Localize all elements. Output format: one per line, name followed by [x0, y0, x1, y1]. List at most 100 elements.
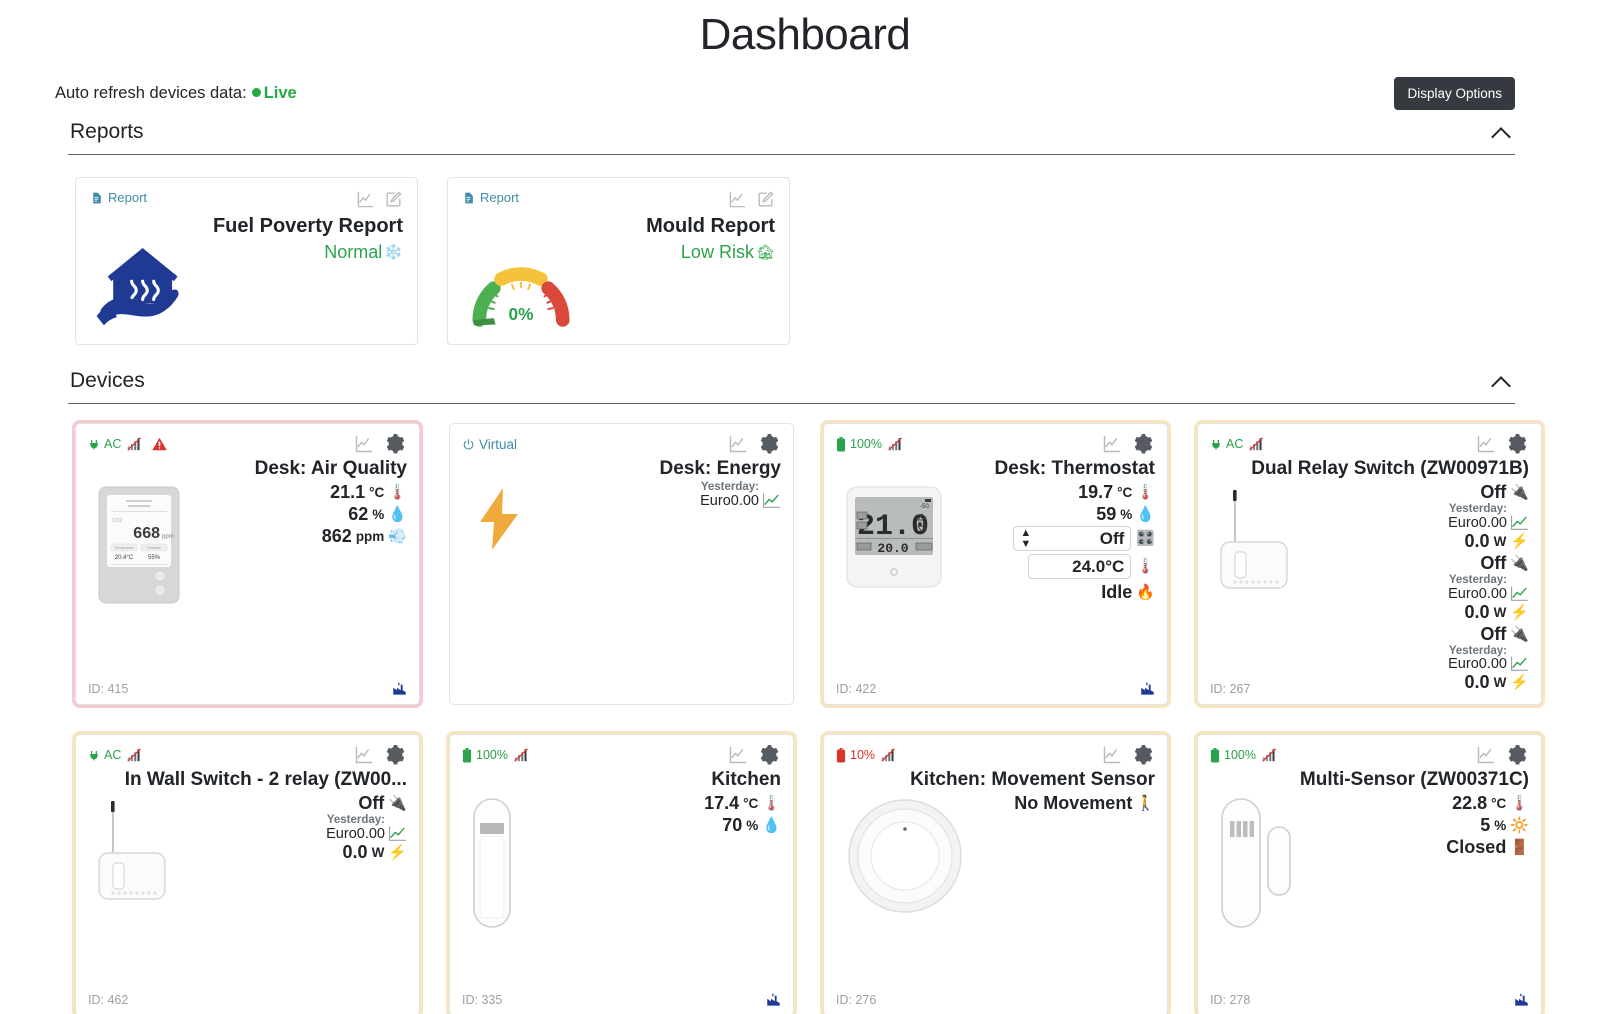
chart-icon[interactable]: [728, 434, 748, 454]
plug-icon: [1210, 438, 1222, 451]
warning-icon: [152, 437, 167, 451]
reading-row: Off🔌: [1340, 624, 1529, 645]
plug-icon: [88, 438, 100, 451]
device-card[interactable]: ACDual Relay Switch (ZW00971B)Off🔌Yester…: [1197, 423, 1542, 705]
reading-row: 5%🔆: [1340, 815, 1529, 836]
reading-value: 0.0: [1465, 531, 1490, 552]
spinner-icon: ▲▼: [1020, 528, 1031, 550]
chart-icon[interactable]: [356, 190, 375, 209]
gear-icon[interactable]: [384, 744, 407, 767]
power-label: AC: [104, 437, 121, 451]
chart-icon[interactable]: [354, 434, 374, 454]
device-card-footer: ID: 422: [836, 682, 1155, 696]
setpoint-input[interactable]: 24.0°C: [1028, 554, 1131, 579]
report-card[interactable]: ReportFuel Poverty ReportNormal❄️: [75, 177, 418, 345]
devices-card-grid: AC Desk: Air QualityCO2668ppmTemperatureH…: [75, 423, 1515, 1014]
device-title: Multi-Sensor (ZW00371C): [1210, 769, 1529, 791]
trend-chart-icon[interactable]: [762, 493, 781, 509]
trend-chart-icon[interactable]: [1510, 656, 1529, 672]
chart-icon[interactable]: [354, 745, 374, 765]
report-document-icon: [462, 191, 475, 205]
live-dot-icon: [252, 88, 261, 97]
chart-icon[interactable]: [728, 190, 747, 209]
reports-section-header[interactable]: Reports: [68, 114, 1515, 155]
chart-icon[interactable]: [1102, 434, 1122, 454]
chart-icon[interactable]: [1476, 745, 1496, 765]
report-status-text: Low Risk: [681, 242, 754, 263]
chevron-up-icon[interactable]: [1491, 374, 1513, 388]
svg-text:ppm: ppm: [162, 534, 174, 540]
mode-select[interactable]: ▲▼Off: [1013, 526, 1131, 551]
device-card-actions: [354, 433, 407, 456]
chart-icon[interactable]: [1102, 745, 1122, 765]
reading-value: 5: [1480, 815, 1490, 836]
chart-icon[interactable]: [728, 745, 748, 765]
device-id: ID: 422: [836, 682, 876, 696]
gear-icon[interactable]: [1506, 744, 1529, 767]
reading-value: Off: [358, 793, 384, 814]
device-power-status: 100%: [836, 437, 905, 452]
gear-icon[interactable]: [1506, 433, 1529, 456]
edit-icon[interactable]: [384, 190, 403, 209]
device-card[interactable]: AC Desk: Air QualityCO2668ppmTemperatureH…: [75, 423, 420, 705]
trend-chart-icon[interactable]: [1510, 586, 1529, 602]
device-body: CO2668ppmTemperatureHumidity20.4°C55%21.…: [88, 482, 407, 547]
device-card-actions: [1476, 744, 1529, 767]
reading-icon: 💧: [762, 818, 781, 833]
reading-icon: 🔥: [1136, 585, 1155, 600]
gear-icon[interactable]: [758, 744, 781, 767]
device-card[interactable]: 10%Kitchen: Movement SensorNo Movement🚶I…: [823, 734, 1168, 1014]
signal-off-icon: [127, 748, 144, 762]
mode-select-row: ▲▼Off🎛️: [966, 526, 1155, 551]
reading-value: No Movement: [1014, 793, 1132, 814]
report-card-actions: [356, 190, 403, 209]
reading-value: 59: [1096, 504, 1116, 525]
device-card[interactable]: 100%Desk: Thermostat21.0-50.20.019.7°C🌡️…: [823, 423, 1168, 705]
yesterday-stack: Yesterday:Euro0.00: [1448, 575, 1507, 602]
device-illustration: [472, 797, 512, 934]
reading-icon: 🔆: [1510, 818, 1529, 833]
device-card-header: AC: [1210, 434, 1529, 454]
chart-icon[interactable]: [1476, 434, 1496, 454]
device-title: Dual Relay Switch (ZW00971B): [1210, 458, 1529, 480]
reading-value: Closed: [1446, 837, 1506, 858]
devices-section-header[interactable]: Devices: [68, 363, 1515, 404]
svg-text:55%: 55%: [148, 555, 161, 561]
device-card[interactable]: 100%Kitchen17.4°C🌡️70%💧ID: 335: [449, 734, 794, 1014]
device-power-status: AC: [88, 437, 167, 451]
reading-unit: °C: [369, 485, 384, 500]
chevron-up-icon[interactable]: [1491, 125, 1513, 139]
reading-icon: 🌡️: [762, 796, 781, 811]
device-card[interactable]: VirtualDesk: EnergyYesterday:Euro0.00: [449, 423, 794, 705]
gear-icon[interactable]: [758, 433, 781, 456]
signal-off-icon: [1249, 437, 1266, 451]
device-card-footer: ID: 267: [1210, 682, 1529, 696]
device-power-status: 100%: [1210, 748, 1279, 763]
report-card-actions: [728, 190, 775, 209]
yesterday-value: Euro0.00: [1448, 657, 1507, 672]
reading-yesterday: Yesterday:Euro0.00: [1340, 646, 1529, 673]
display-options-button[interactable]: Display Options: [1394, 77, 1515, 110]
gear-icon[interactable]: [1132, 744, 1155, 767]
reading-unit: °C: [1491, 796, 1506, 811]
report-illustration: 0%: [466, 251, 576, 334]
live-status-text: Live: [264, 84, 297, 102]
device-card[interactable]: ACIn Wall Switch - 2 relay (ZW00...Off🔌Y…: [75, 734, 420, 1014]
report-card[interactable]: ReportMould ReportLow Risk🏚0%: [447, 177, 790, 345]
reading-icon: 🚶: [1136, 796, 1155, 811]
yesterday-value: Euro0.00: [700, 494, 759, 509]
reading-icon: 🌡️: [1510, 796, 1529, 811]
gear-icon[interactable]: [384, 433, 407, 456]
trend-chart-icon[interactable]: [1510, 515, 1529, 531]
device-title: Desk: Air Quality: [88, 458, 407, 480]
edit-icon[interactable]: [756, 190, 775, 209]
trend-chart-icon[interactable]: [388, 826, 407, 842]
reading-yesterday: Yesterday:Euro0.00: [1340, 575, 1529, 602]
power-label: 100%: [476, 748, 508, 762]
gear-icon[interactable]: [1132, 433, 1155, 456]
device-id: ID: 462: [88, 993, 128, 1007]
device-card[interactable]: 100%Multi-Sensor (ZW00371C)22.8°C🌡️5%🔆Cl…: [1197, 734, 1542, 1014]
device-title: Kitchen: [462, 769, 781, 791]
plug-icon: [88, 749, 100, 762]
device-card-actions: [1102, 433, 1155, 456]
